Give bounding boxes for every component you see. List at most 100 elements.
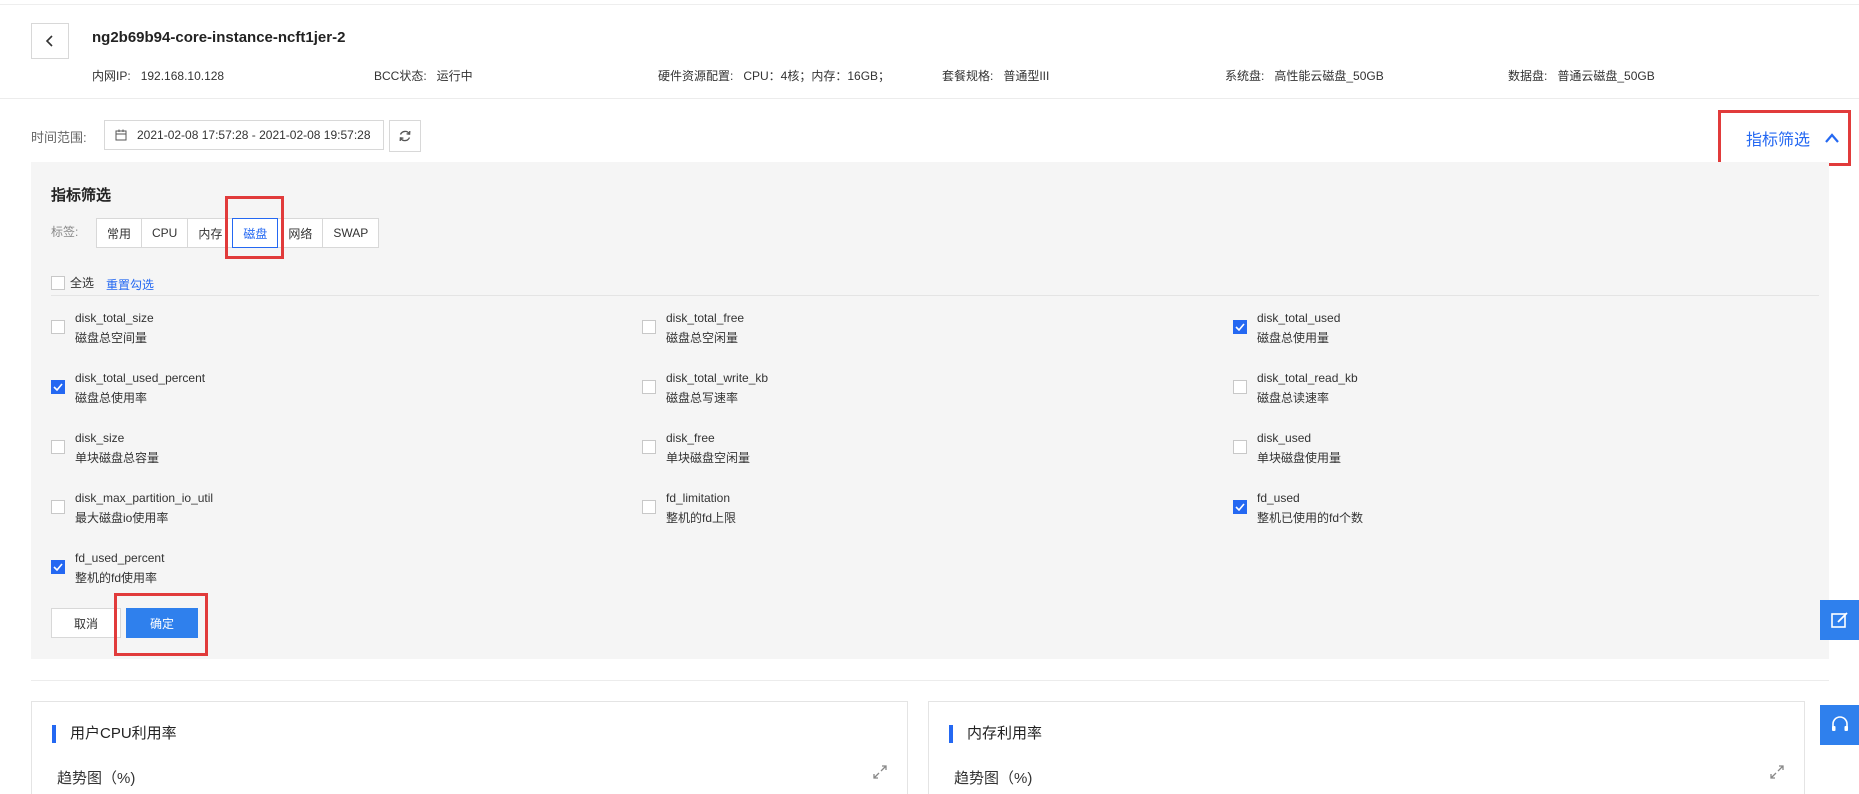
metric-option-disk-size[interactable]: disk_size 单块磁盘总容量 — [51, 430, 159, 466]
tab-cpu[interactable]: CPU — [141, 218, 189, 248]
calendar-icon — [115, 129, 127, 141]
metric-text: fd_used 整机已使用的fd个数 — [1257, 490, 1363, 526]
metric-filter-toggle[interactable]: 指标筛选 — [1718, 110, 1851, 166]
checkbox[interactable] — [51, 380, 65, 394]
metric-desc: 磁盘总使用率 — [75, 391, 148, 405]
checkbox[interactable] — [642, 440, 656, 454]
time-range-label: 时间范围: — [31, 130, 87, 145]
metric-tag-tabs: 常用 CPU 内存 磁盘 网络 SWAP — [96, 218, 380, 248]
checkbox[interactable] — [1233, 500, 1247, 514]
info-hardware: 硬件资源配置: CPU：4核；内存：16GB； — [658, 69, 891, 83]
metric-text: disk_total_used 磁盘总使用量 — [1257, 310, 1340, 346]
card-subtitle: 趋势图（%) — [57, 770, 136, 787]
select-all-label: 全选 — [70, 276, 95, 290]
time-range-picker[interactable]: 2021-02-08 17:57:28 - 2021-02-08 19:57:2… — [104, 120, 384, 150]
metric-name: fd_limitation — [666, 491, 731, 505]
metric-text: disk_size 单块磁盘总容量 — [75, 430, 159, 466]
metric-option-disk-total-used[interactable]: disk_total_used 磁盘总使用量 — [1233, 310, 1340, 346]
reset-selection-link[interactable]: 重置勾选 — [106, 276, 154, 293]
checkbox[interactable] — [642, 320, 656, 334]
metric-text: disk_max_partition_io_util 最大磁盘io使用率 — [75, 490, 213, 526]
metric-option-disk-total-free[interactable]: disk_total_free 磁盘总空闲量 — [642, 310, 744, 346]
card-subtitle: 趋势图（%) — [954, 770, 1033, 787]
metric-name: disk_total_used — [1257, 311, 1341, 325]
instance-title: ng2b69b94-core-instance-ncft1jer-2 — [92, 29, 346, 46]
metric-desc: 单块磁盘空闲量 — [666, 451, 751, 465]
metric-name: disk_size — [75, 431, 125, 445]
metric-desc: 最大磁盘io使用率 — [75, 511, 169, 525]
metric-option-disk-used[interactable]: disk_used 单块磁盘使用量 — [1233, 430, 1341, 466]
metric-name: disk_used — [1257, 431, 1312, 445]
support-button[interactable] — [1820, 705, 1859, 745]
info-data-disk: 数据盘: 普通云磁盘_50GB — [1508, 69, 1655, 83]
chevron-up-icon — [1825, 133, 1839, 143]
metric-option-disk-total-size[interactable]: disk_total_size 磁盘总空间量 — [51, 310, 154, 346]
metric-option-fd-limitation[interactable]: fd_limitation 整机的fd上限 — [642, 490, 736, 526]
expand-icon[interactable] — [1769, 764, 1785, 780]
metric-text: fd_used_percent 整机的fd使用率 — [75, 550, 164, 586]
checkbox[interactable] — [51, 500, 65, 514]
metric-name: fd_used — [1257, 491, 1300, 505]
refresh-button[interactable] — [389, 120, 421, 152]
metric-text: disk_total_used_percent 磁盘总使用率 — [75, 370, 205, 406]
metric-option-disk-total-write-kb[interactable]: disk_total_write_kb 磁盘总写速率 — [642, 370, 768, 406]
tab-common[interactable]: 常用 — [96, 218, 143, 248]
metric-option-disk-total-read-kb[interactable]: disk_total_read_kb 磁盘总读速率 — [1233, 370, 1358, 406]
checkbox[interactable] — [51, 440, 65, 454]
metric-text: disk_total_read_kb 磁盘总读速率 — [1257, 370, 1358, 406]
info-bcc-status: BCC状态: 运行中 — [374, 69, 473, 83]
feedback-button[interactable] — [1820, 600, 1859, 640]
metric-desc: 磁盘总空闲量 — [666, 331, 739, 345]
checkbox[interactable] — [1233, 440, 1247, 454]
metric-desc: 磁盘总空间量 — [75, 331, 148, 345]
select-all-checkbox[interactable]: 全选 — [51, 274, 94, 291]
checkbox[interactable] — [642, 380, 656, 394]
tab-swap[interactable]: SWAP — [322, 218, 380, 248]
divider — [31, 680, 1829, 681]
info-system-disk: 系统盘: 高性能云磁盘_50GB — [1225, 69, 1384, 83]
chevron-left-icon — [45, 35, 53, 47]
checkbox[interactable] — [51, 560, 65, 574]
metric-filter-toggle-label: 指标筛选 — [1745, 132, 1810, 149]
metric-text: fd_limitation 整机的fd上限 — [666, 490, 736, 526]
metric-option-disk-max-partition-io-util[interactable]: disk_max_partition_io_util 最大磁盘io使用率 — [51, 490, 213, 526]
metric-name: disk_total_size — [75, 311, 154, 325]
metric-name: disk_total_used_percent — [75, 371, 206, 385]
tab-memory[interactable]: 内存 — [187, 218, 234, 248]
card-title: 用户CPU利用率 — [52, 725, 177, 743]
metric-desc: 整机已使用的fd个数 — [1257, 511, 1364, 525]
metric-desc: 磁盘总写速率 — [666, 391, 739, 405]
metric-option-fd-used-percent[interactable]: fd_used_percent 整机的fd使用率 — [51, 550, 164, 586]
metric-option-fd-used[interactable]: fd_used 整机已使用的fd个数 — [1233, 490, 1363, 526]
tab-network[interactable]: 网络 — [277, 218, 324, 248]
metric-name: disk_max_partition_io_util — [75, 491, 214, 505]
metric-text: disk_used 单块磁盘使用量 — [1257, 430, 1341, 466]
metric-desc: 整机的fd上限 — [666, 511, 737, 525]
info-package: 套餐规格: 普通型III — [942, 69, 1050, 83]
checkbox[interactable] — [51, 275, 65, 290]
refresh-icon — [399, 130, 411, 142]
metric-desc: 单块磁盘使用量 — [1257, 451, 1342, 465]
back-button[interactable] — [31, 23, 69, 59]
checkbox[interactable] — [1233, 380, 1247, 394]
checkbox[interactable] — [1233, 320, 1247, 334]
checkbox[interactable] — [642, 500, 656, 514]
panel-title: 指标筛选 — [51, 187, 112, 204]
metric-text: disk_total_size 磁盘总空间量 — [75, 310, 154, 346]
expand-icon[interactable] — [872, 764, 888, 780]
tab-disk[interactable]: 磁盘 — [232, 218, 279, 248]
headset-icon — [1831, 716, 1848, 731]
metric-name: disk_total_free — [666, 311, 745, 325]
confirm-button[interactable]: 确定 — [126, 608, 198, 638]
metric-text: disk_free 单块磁盘空闲量 — [666, 430, 750, 466]
cancel-button[interactable]: 取消 — [51, 608, 121, 638]
metric-option-disk-free[interactable]: disk_free 单块磁盘空闲量 — [642, 430, 750, 466]
divider — [51, 295, 1819, 296]
metric-name: disk_total_read_kb — [1257, 371, 1358, 385]
metric-name: disk_free — [666, 431, 715, 445]
metric-filter-panel: 指标筛选 标签: 常用 CPU 内存 磁盘 网络 SWAP 全选 重置勾选 di… — [31, 162, 1829, 659]
checkbox[interactable] — [51, 320, 65, 334]
metric-option-disk-total-used-percent[interactable]: disk_total_used_percent 磁盘总使用率 — [51, 370, 205, 406]
metric-text: disk_total_write_kb 磁盘总写速率 — [666, 370, 768, 406]
instance-header: ng2b69b94-core-instance-ncft1jer-2 内网IP:… — [0, 4, 1859, 99]
